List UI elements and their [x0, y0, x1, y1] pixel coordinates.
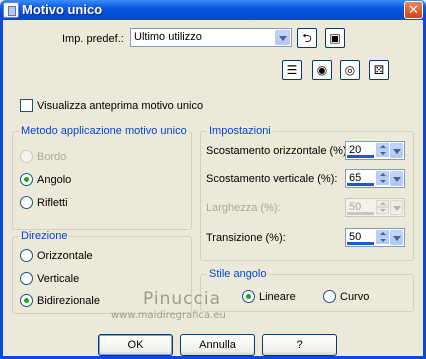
preset-label: Imp. predef.: [62, 33, 124, 45]
width-updown [376, 200, 389, 215]
spin-down-icon[interactable] [376, 178, 389, 185]
dialog-body: Imp. predef.: Ultimo utilizzo ⮌ ▣ ☰ ◉ ◎ … [0, 20, 426, 359]
offset-h-label: Scostamento orizzontale (%): [206, 145, 350, 157]
method-label-bordo: Bordo [37, 151, 67, 163]
reset-preset-button[interactable]: ⮌ [297, 28, 317, 48]
corner-style-group-title: Stile angolo [207, 268, 269, 280]
corner-radio-curvo[interactable] [323, 290, 336, 303]
chevron-down-icon[interactable] [390, 230, 403, 245]
ok-button[interactable]: OK [98, 334, 173, 356]
reset-arrow-icon: ⮌ [302, 31, 312, 45]
randomize-dice-icon: ⚄ [373, 63, 385, 77]
corner-label-curvo[interactable]: Curvo [340, 291, 369, 303]
title-bar[interactable]: Motivo unico ✕ [0, 0, 426, 20]
corner-label-lineare[interactable]: Lineare [259, 291, 296, 303]
corner-radio-lineare[interactable] [242, 290, 255, 303]
corner-style-group: Stile angolo [200, 268, 414, 312]
app-icon [3, 2, 19, 18]
offset-v-spinner[interactable]: 65 [345, 169, 405, 188]
preset-select[interactable]: Ultimo utilizzo [130, 28, 292, 47]
direction-label-verticale[interactable]: Verticale [37, 273, 79, 285]
method-label-angolo[interactable]: Angolo [37, 174, 71, 186]
watermark-url: www.maidiregrafica.eu [111, 310, 226, 321]
direction-label-orizzontale[interactable]: Orizzontale [37, 250, 93, 262]
width-slider-bar [347, 212, 374, 215]
spin-down-icon[interactable] [376, 150, 389, 157]
offset-v-updown[interactable] [376, 171, 389, 186]
spin-down-icon[interactable] [376, 237, 389, 244]
width-spinner: 50 [345, 198, 405, 217]
direction-radio-bidirezionale[interactable] [20, 294, 33, 307]
lock-eye-button[interactable]: ◉ [312, 60, 332, 80]
offset-v-label: Scostamento verticale (%): [206, 173, 338, 185]
window-title: Motivo unico [22, 2, 103, 17]
eye-icon: ◎ [344, 63, 356, 77]
chevron-down-icon[interactable] [390, 171, 403, 186]
preview-checkbox-label[interactable]: Visualizza anteprima motivo unico [37, 100, 203, 112]
spin-up-icon[interactable] [376, 143, 389, 150]
offset-h-slider-bar[interactable] [347, 155, 374, 158]
direction-group-title: Direzione [19, 230, 70, 242]
preset-value: Ultimo utilizzo [134, 31, 202, 43]
spin-up-icon[interactable] [376, 230, 389, 237]
save-disk-icon: ▣ [329, 31, 341, 45]
lock-eye-icon: ◉ [316, 63, 328, 77]
spin-up-icon [376, 200, 389, 207]
offset-h-spinner[interactable]: 20 [345, 141, 405, 160]
method-radio-bordo[interactable] [20, 150, 33, 163]
spin-down-icon [376, 207, 389, 214]
transition-updown[interactable] [376, 230, 389, 245]
close-button[interactable]: ✕ [404, 1, 423, 19]
transition-spinner[interactable]: 50 [345, 228, 405, 247]
randomize-button[interactable]: ⚄ [369, 60, 389, 80]
direction-radio-verticale[interactable] [20, 272, 33, 285]
chevron-down-icon[interactable] [390, 143, 403, 158]
list-button[interactable]: ☰ [282, 60, 302, 80]
offset-h-updown[interactable] [376, 143, 389, 158]
method-radio-rifletti[interactable] [20, 196, 33, 209]
width-label: Larghezza (%): [206, 202, 281, 214]
chevron-down-icon [390, 200, 403, 215]
cancel-button[interactable]: Annulla [180, 334, 255, 356]
method-group-title: Metodo applicazione motivo unico [19, 125, 189, 137]
dialog-window: Motivo unico ✕ Imp. predef.: Ultimo util… [0, 0, 426, 359]
transition-slider-bar[interactable] [347, 242, 374, 245]
help-button[interactable]: ? [262, 334, 337, 356]
offset-v-slider-bar[interactable] [347, 183, 374, 186]
direction-label-bidirezionale[interactable]: Bidirezionale [37, 295, 100, 307]
transition-label: Transizione (%): [206, 232, 286, 244]
method-radio-angolo[interactable] [20, 173, 33, 186]
preview-checkbox[interactable] [20, 99, 33, 112]
list-icon: ☰ [286, 63, 298, 77]
save-preset-button[interactable]: ▣ [325, 28, 345, 48]
watermark-name: Pinuccia [143, 289, 221, 309]
chevron-down-icon[interactable] [275, 30, 290, 45]
method-label-rifletti[interactable]: Rifletti [37, 197, 68, 209]
settings-group-title: Impostazioni [207, 125, 273, 137]
direction-radio-orizzontale[interactable] [20, 249, 33, 262]
eye-button[interactable]: ◎ [340, 60, 360, 80]
spin-up-icon[interactable] [376, 171, 389, 178]
